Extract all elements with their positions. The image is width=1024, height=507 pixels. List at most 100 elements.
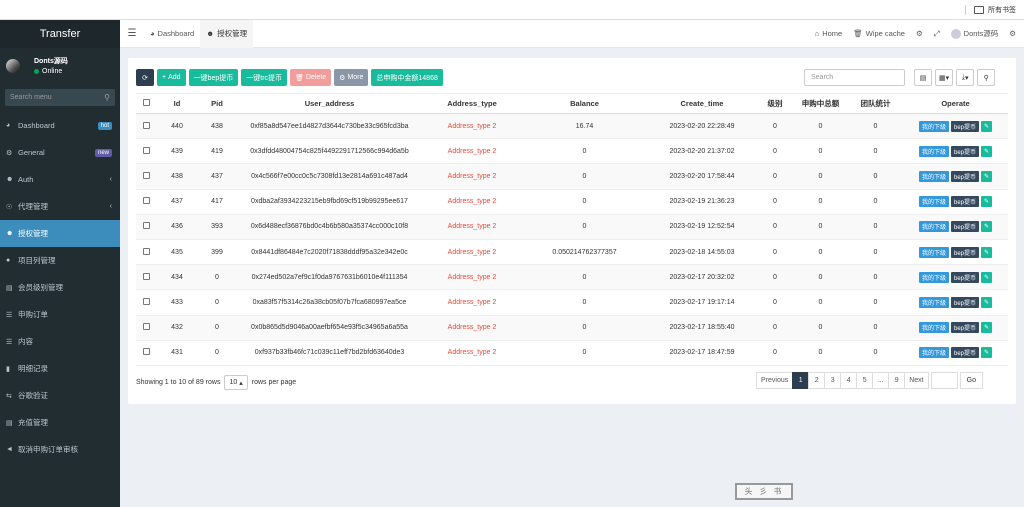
col-create-time[interactable]: Create_time bbox=[647, 93, 757, 114]
edit-button[interactable]: ✎ bbox=[981, 347, 993, 359]
settings-gear-icon[interactable]: ⚙ bbox=[1009, 29, 1016, 38]
edit-button[interactable]: ✎ bbox=[981, 170, 993, 182]
row-checkbox[interactable] bbox=[143, 272, 150, 280]
col-balance[interactable]: Balance bbox=[522, 93, 647, 114]
row-select-cell[interactable] bbox=[136, 138, 157, 165]
table-row[interactable]: 439 419 0x3dfdd48004754c825f4492291712566c… bbox=[136, 138, 1008, 165]
col-address-type[interactable]: Address_type bbox=[422, 93, 522, 114]
select-all-cell[interactable] bbox=[136, 93, 157, 114]
row-select-cell[interactable] bbox=[136, 163, 157, 190]
row-select-cell[interactable] bbox=[136, 340, 157, 366]
refresh-button[interactable]: ⟳ bbox=[136, 69, 154, 86]
row-checkbox[interactable] bbox=[143, 121, 150, 129]
col-id[interactable]: Id bbox=[157, 93, 197, 114]
row-checkbox[interactable] bbox=[143, 247, 150, 255]
row-checkbox[interactable] bbox=[143, 171, 150, 179]
sidebar-item-purchase-orders[interactable]: ☰ 申购订单 bbox=[0, 301, 120, 328]
my-downline-button[interactable]: 我的下级 bbox=[918, 296, 949, 308]
bep-withdraw-button[interactable]: bep提币 bbox=[951, 145, 980, 157]
edit-button[interactable]: ✎ bbox=[981, 120, 993, 132]
table-row[interactable]: 434 0 0x274ed502a7ef9c1f0da9767631b6010e4f… bbox=[136, 264, 1008, 291]
page-size-select[interactable]: 10 ▴ bbox=[224, 375, 248, 390]
address-type-link[interactable]: Address_type 2 bbox=[448, 349, 497, 356]
page-1[interactable]: 1 bbox=[792, 372, 810, 389]
app-logo[interactable]: Transfer bbox=[0, 20, 120, 48]
row-checkbox[interactable] bbox=[143, 348, 150, 356]
sidebar-item-authorization[interactable]: ☻ 授权管理 bbox=[0, 220, 120, 247]
row-select-cell[interactable] bbox=[136, 189, 157, 215]
address-type-link[interactable]: Address_type 2 bbox=[448, 324, 497, 331]
address-type-link[interactable]: Address_type 2 bbox=[448, 173, 497, 180]
trc-withdraw-all-button[interactable]: 一键trc提币 bbox=[241, 69, 288, 86]
folder-icon[interactable] bbox=[974, 5, 984, 14]
sidebar-item-records[interactable]: ▮ 明细记录 bbox=[0, 355, 120, 382]
home-link[interactable]: ⌂ Home bbox=[815, 29, 843, 38]
sidebar-item-content[interactable]: ☰ 内容 bbox=[0, 328, 120, 355]
sidebar-item-cancel-review[interactable]: ◄ 取消申购订单审核 bbox=[0, 436, 120, 463]
bep-withdraw-button[interactable]: bep提币 bbox=[951, 296, 980, 308]
edit-button[interactable]: ✎ bbox=[981, 322, 993, 334]
tab-authorization[interactable]: ☻ 授权管理 bbox=[200, 19, 254, 48]
table-row[interactable]: 435 399 0x8441df86484e7c2020f71838dddf95a3… bbox=[136, 239, 1008, 266]
my-downline-button[interactable]: 我的下级 bbox=[918, 221, 949, 233]
address-type-link[interactable]: Address_type 2 bbox=[448, 223, 497, 230]
address-type-link[interactable]: Address_type 2 bbox=[448, 123, 497, 130]
go-button[interactable]: Go bbox=[959, 372, 983, 389]
sidebar-item-general[interactable]: ⚙ General new bbox=[0, 139, 120, 166]
more-button[interactable]: ⚙ More bbox=[334, 69, 369, 86]
row-select-cell[interactable] bbox=[136, 214, 157, 240]
bep-withdraw-all-button[interactable]: 一键bep提币 bbox=[188, 69, 239, 86]
row-checkbox[interactable] bbox=[143, 146, 150, 154]
sidebar-item-auth[interactable]: ☻ Auth ‹ bbox=[0, 166, 120, 193]
row-select-cell[interactable] bbox=[136, 113, 157, 140]
page-5[interactable]: 5 bbox=[856, 372, 874, 389]
row-select-cell[interactable] bbox=[136, 264, 157, 291]
my-downline-button[interactable]: 我的下级 bbox=[918, 145, 949, 157]
user-menu[interactable]: Donts源码 bbox=[950, 28, 998, 39]
page-3[interactable]: 3 bbox=[824, 372, 842, 389]
row-select-cell[interactable] bbox=[136, 239, 157, 266]
sidebar-item-google-auth[interactable]: ⇆ 谷歌验证 bbox=[0, 382, 120, 409]
fullscreen-icon[interactable]: ⤢ bbox=[934, 29, 940, 39]
edit-button[interactable]: ✎ bbox=[981, 271, 993, 283]
table-row[interactable]: 432 0 0x0b865d5d9046a00aefbf654e93f5c34965… bbox=[136, 315, 1008, 341]
col-purchase-total[interactable]: 申购中总额 bbox=[793, 93, 848, 114]
edit-button[interactable]: ✎ bbox=[981, 221, 993, 233]
tab-dashboard[interactable]: ◕ Dashboard bbox=[144, 20, 200, 48]
all-bookmarks-label[interactable]: 所有书签 bbox=[988, 5, 1016, 15]
col-team-stats[interactable]: 团队统计 bbox=[848, 93, 903, 114]
bep-withdraw-button[interactable]: bep提币 bbox=[951, 196, 980, 208]
table-row[interactable]: 438 437 0x4c566f7e00cc0c5c7308fd13e2814a69… bbox=[136, 163, 1008, 190]
page-2[interactable]: 2 bbox=[808, 372, 826, 389]
address-type-link[interactable]: Address_type 2 bbox=[448, 148, 497, 155]
sidebar-item-projects[interactable]: ● 项目列管理 bbox=[0, 247, 120, 274]
table-row[interactable]: 431 0 0xf937b33fb46fc71c039c11eff7bd2bfd63… bbox=[136, 340, 1008, 366]
export-button[interactable]: ⤓ ▾ bbox=[956, 69, 975, 86]
menu-toggle-icon[interactable]: ☰ bbox=[120, 28, 144, 39]
search-menu-input[interactable]: Search menu ⚲ bbox=[5, 89, 115, 106]
search-input[interactable]: Search bbox=[804, 69, 905, 86]
bep-withdraw-button[interactable]: bep提币 bbox=[951, 170, 980, 182]
sidebar-item-member-level[interactable]: ▤ 会员级别管理 bbox=[0, 274, 120, 301]
goto-page-input[interactable] bbox=[930, 372, 958, 389]
row-checkbox[interactable] bbox=[143, 297, 150, 305]
bep-withdraw-button[interactable]: bep提币 bbox=[951, 120, 980, 132]
sidebar-item-agent[interactable]: ☉ 代理管理 ‹ bbox=[0, 193, 120, 220]
row-checkbox[interactable] bbox=[143, 222, 150, 230]
col-user-address[interactable]: User_address bbox=[237, 93, 422, 114]
columns-button[interactable]: ▦ ▾ bbox=[935, 69, 954, 86]
select-all-checkbox[interactable] bbox=[143, 99, 150, 106]
row-checkbox[interactable] bbox=[143, 323, 150, 331]
total-purchase-button[interactable]: 总申购中金额14868 bbox=[371, 69, 443, 86]
table-row[interactable]: 433 0 0xa83f57f5314c26a38cb05f07b7fca68099… bbox=[136, 289, 1008, 316]
address-type-link[interactable]: Address_type 2 bbox=[448, 249, 497, 256]
page-next[interactable]: Next bbox=[904, 372, 929, 389]
common-search-button[interactable]: ⚲ bbox=[977, 69, 996, 86]
row-select-cell[interactable] bbox=[136, 289, 157, 316]
my-downline-button[interactable]: 我的下级 bbox=[918, 347, 949, 359]
address-type-link[interactable]: Address_type 2 bbox=[448, 299, 497, 306]
sidebar-item-recharge[interactable]: ▤ 充值管理 bbox=[0, 409, 120, 436]
row-select-cell[interactable] bbox=[136, 315, 157, 341]
page-previous[interactable]: Previous bbox=[756, 372, 794, 389]
row-checkbox[interactable] bbox=[143, 197, 150, 205]
